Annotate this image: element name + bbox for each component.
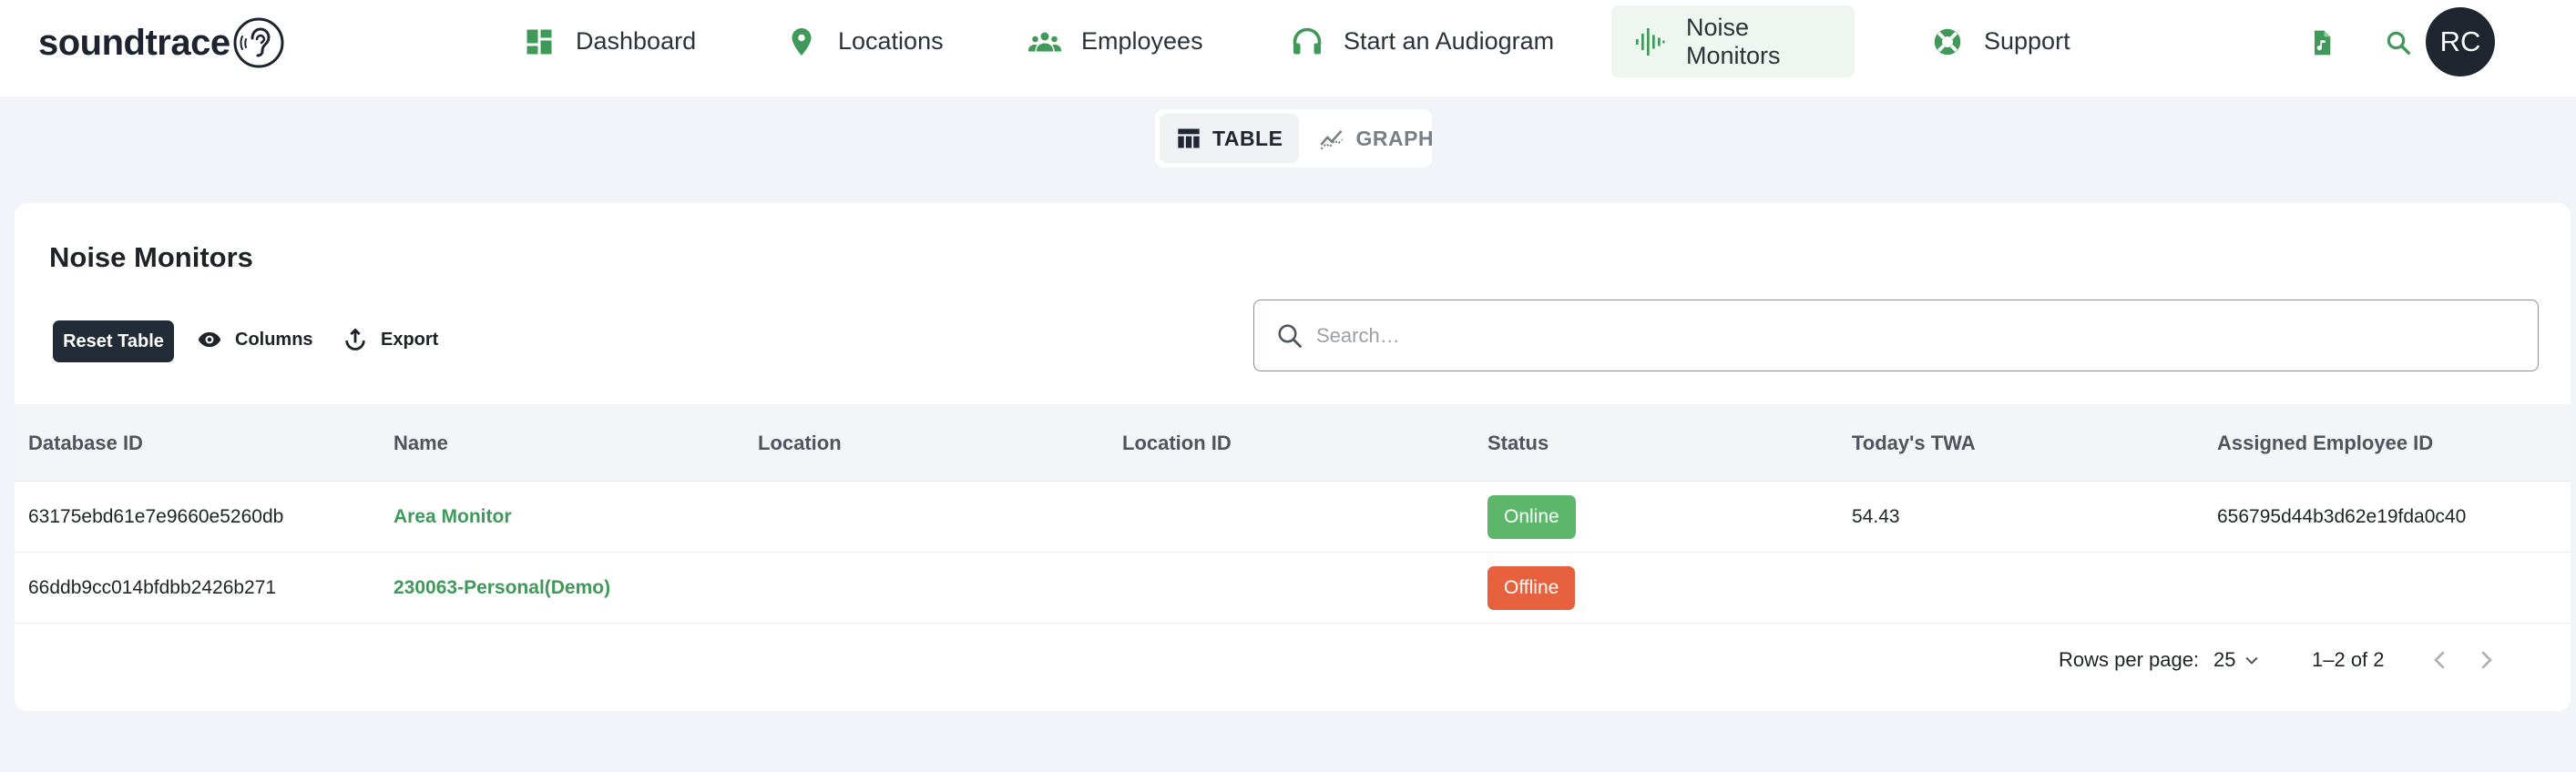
noise-monitors-card: Noise Monitors Reset Table Columns Expor… (15, 203, 2571, 711)
reset-table-button[interactable]: Reset Table (53, 320, 174, 362)
column-header-name[interactable]: Name (394, 404, 448, 482)
chevron-left-icon (2434, 651, 2445, 669)
next-page-button[interactable] (2472, 642, 2499, 678)
graph-icon (1320, 129, 1344, 150)
monitor-name-link[interactable]: 230063-Personal(Demo) (394, 553, 610, 624)
top-navigation-bar: soundtrace Dashboard Locations Employees… (0, 0, 2576, 96)
view-toggle: TABLE GRAPH (1155, 109, 1434, 168)
nav-noise-monitors-label: Noise Monitors (1686, 13, 1781, 69)
nav-start-audiogram-label: Start an Audiogram (1344, 27, 1555, 55)
nav-locations[interactable]: Locations (763, 5, 966, 77)
status-badge: Offline (1487, 566, 1576, 610)
table-row[interactable]: 66ddb9cc014bfdbb2426b271 230063-Personal… (15, 553, 2571, 624)
chevron-right-icon (2481, 651, 2492, 669)
lifebuoy-icon (1934, 28, 1961, 55)
search-field[interactable] (1253, 300, 2539, 371)
sound-wave-icon (1636, 27, 1665, 56)
nav-dashboard-label: Dashboard (576, 27, 697, 55)
eye-icon (198, 331, 221, 348)
ear-logo-icon (233, 17, 284, 68)
graph-view-label: GRAPH (1355, 126, 1435, 150)
user-avatar[interactable]: RC (2426, 7, 2495, 76)
logo-text: soundtrace (38, 22, 230, 63)
table-view-button[interactable]: TABLE (1160, 114, 1300, 163)
cell-database-id: 66ddb9cc014bfdbb2426b271 (28, 577, 277, 598)
table-icon (1178, 128, 1200, 148)
search-input[interactable] (1316, 323, 2500, 348)
monitor-name-link[interactable]: Area Monitor (394, 482, 512, 553)
rows-per-page-select[interactable]: 25 (2213, 642, 2261, 678)
table-row[interactable]: 63175ebd61e7e9660e5260db Area Monitor On… (15, 482, 2571, 553)
search-icon (2387, 31, 2410, 55)
people-icon (1028, 32, 1061, 51)
search-icon (1278, 324, 1302, 348)
column-header-location[interactable]: Location (758, 404, 842, 482)
audio-file-icon (2315, 30, 2331, 56)
cell-twa: 54.43 (1852, 506, 1900, 527)
rows-per-page-value: 25 (2213, 648, 2236, 671)
column-header-assigned-employee-id[interactable]: Assigned Employee ID (2217, 404, 2433, 482)
nav-support[interactable]: Support (1909, 5, 2092, 77)
column-header-twa[interactable]: Today's TWA (1852, 404, 1976, 482)
nav-noise-monitors[interactable]: Noise Monitors (1611, 5, 1855, 77)
column-header-database-id[interactable]: Database ID (28, 404, 143, 482)
columns-button[interactable]: Columns (197, 320, 313, 360)
global-search-button[interactable] (2378, 23, 2418, 63)
column-header-status[interactable]: Status (1487, 404, 1549, 482)
table-view-label: TABLE (1212, 126, 1283, 150)
columns-label: Columns (235, 329, 313, 350)
soundtrace-logo[interactable]: soundtrace (38, 15, 285, 70)
page-title: Noise Monitors (49, 241, 253, 273)
graph-view-button[interactable]: GRAPH (1303, 114, 1450, 163)
dashboard-icon (526, 29, 552, 54)
audio-file-button[interactable] (2302, 23, 2342, 63)
export-button[interactable]: Export (342, 320, 438, 360)
nav-dashboard[interactable]: Dashboard (501, 5, 718, 77)
cell-employee-id: 656795d44b3d62e19fda0c40 (2217, 506, 2467, 527)
rows-per-page-label: Rows per page: (2059, 648, 2200, 671)
export-icon (345, 328, 365, 350)
table-header: Database ID Name Location Location ID St… (15, 404, 2571, 482)
column-header-location-id[interactable]: Location ID (1122, 404, 1232, 482)
pagination-range: 1–2 of 2 (2312, 648, 2385, 671)
location-pin-icon (792, 27, 812, 56)
nav-employees-label: Employees (1081, 27, 1203, 55)
export-label: Export (381, 329, 439, 350)
chevron-down-icon (2245, 656, 2259, 665)
cell-database-id: 63175ebd61e7e9660e5260db (28, 506, 284, 527)
headphones-icon (1293, 27, 1322, 54)
previous-page-button[interactable] (2427, 642, 2454, 678)
nav-locations-label: Locations (838, 27, 944, 55)
nav-employees[interactable]: Employees (1007, 5, 1225, 77)
nav-support-label: Support (1984, 27, 2070, 55)
nav-start-audiogram[interactable]: Start an Audiogram (1269, 5, 1576, 77)
status-badge: Online (1487, 495, 1576, 539)
